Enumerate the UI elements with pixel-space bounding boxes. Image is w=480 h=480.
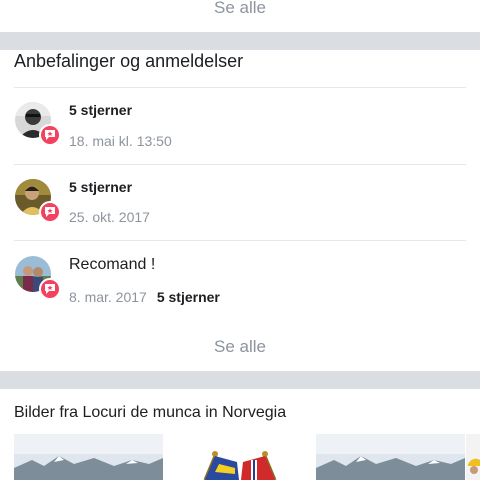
reviewer-avatar[interactable]	[15, 179, 61, 223]
review-date[interactable]: 8. mar. 2017	[69, 289, 147, 305]
review-rating: 5 stjerner	[156, 289, 220, 305]
reviewer-avatar[interactable]	[15, 102, 61, 146]
photo-thumbnail[interactable]	[14, 434, 163, 480]
review-date[interactable]: 18. mai kl. 13:50	[69, 133, 172, 149]
photos-section-title: Bilder fra Locuri de munca in Norvegia	[14, 404, 287, 421]
see-all-link-top[interactable]: Se alle	[0, 0, 480, 18]
review-date[interactable]: 25. okt. 2017	[69, 209, 150, 225]
photo-thumbnail[interactable]	[165, 434, 314, 480]
reviews-section-title: Anbefalinger og anmeldelser	[14, 51, 244, 71]
separator	[14, 87, 466, 88]
review-meta: 8. mar. 2017 5 stjerner	[69, 289, 220, 305]
section-divider	[0, 371, 480, 389]
see-all-reviews-link[interactable]: Se alle	[0, 337, 480, 357]
reviewer-avatar[interactable]	[15, 256, 61, 300]
star-speech-bubble-icon	[39, 124, 61, 146]
review-rating: 5 stjerner	[69, 179, 133, 195]
star-speech-bubble-icon	[39, 201, 61, 223]
separator	[14, 240, 466, 241]
separator	[14, 164, 466, 165]
review-rating: 5 stjerner	[69, 102, 133, 118]
section-divider	[0, 32, 480, 50]
photo-thumbnail[interactable]	[316, 434, 465, 480]
star-speech-bubble-icon	[39, 278, 61, 300]
review-text: Recomand !	[69, 256, 156, 273]
photo-thumbnail[interactable]	[466, 434, 480, 480]
